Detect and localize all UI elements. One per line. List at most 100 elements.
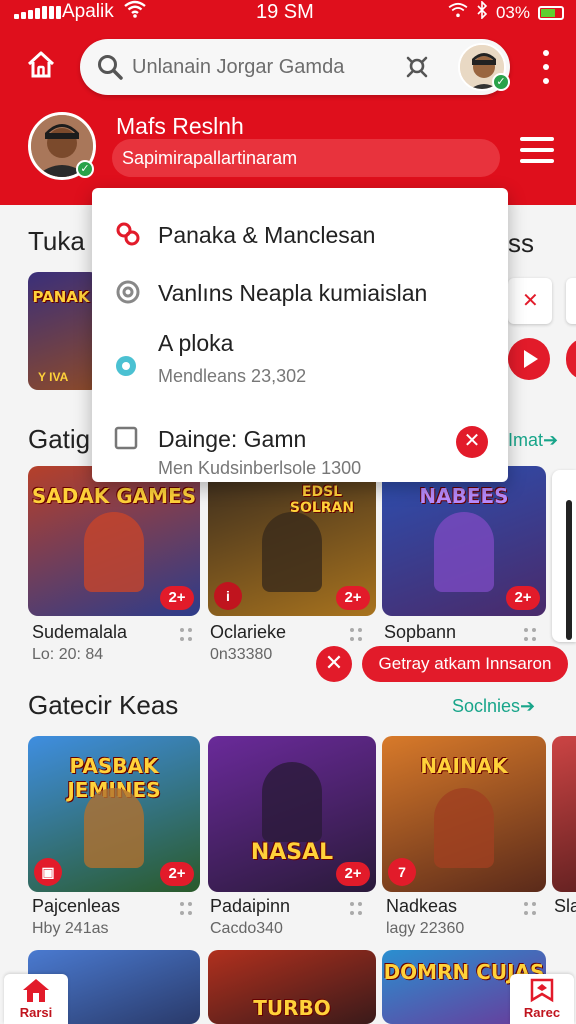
verified-icon: ✓ xyxy=(76,160,94,178)
nav-label: Rarec xyxy=(523,1005,561,1020)
search-bar[interactable]: ✓ xyxy=(80,39,510,95)
nav-home-button[interactable]: Rarsi xyxy=(4,974,68,1024)
close-card[interactable]: ✕ xyxy=(508,278,552,324)
status-bar: Apalik 19 SM 03% xyxy=(0,0,576,26)
age-badge: 2+ xyxy=(160,862,194,886)
character-art xyxy=(434,788,494,868)
profile-subtitle-pill[interactable]: Sapimirapallartinaram xyxy=(112,139,500,177)
game-title: Nadkeas xyxy=(386,896,458,916)
home-icon xyxy=(27,51,55,78)
game-tile[interactable]: NASAL 2+ xyxy=(208,736,376,892)
age-badge: 2+ xyxy=(336,862,370,886)
close-icon: ✕ xyxy=(522,290,539,312)
search-input[interactable] xyxy=(132,51,382,83)
app-header: Apalik 19 SM 03% ✓ xyxy=(0,0,576,205)
character-art xyxy=(434,512,494,592)
section-title: Tuka xyxy=(28,226,85,256)
section-title: Gatecir Keas xyxy=(28,690,179,720)
gift-icon xyxy=(530,978,554,1003)
age-badge: 7 xyxy=(388,858,416,886)
card-edge xyxy=(566,278,576,324)
character-art xyxy=(262,512,322,592)
tile-art-text: NABEES xyxy=(419,484,509,508)
play-icon xyxy=(524,350,538,368)
game-subtitle: lagy 22360 xyxy=(386,920,465,937)
toast-close-button[interactable]: ✕ xyxy=(316,646,352,682)
dropdown-item[interactable]: A ploka Mendleans 23,302 xyxy=(92,324,508,392)
home-button[interactable] xyxy=(20,44,62,86)
section-title-overflow: ss xyxy=(508,228,534,258)
game-title: Oclarieke xyxy=(210,622,287,642)
section-title: Gatig xyxy=(28,424,91,454)
play-button-edge xyxy=(566,338,576,380)
game-tile[interactable]: NABEES 2+ xyxy=(382,466,546,616)
dropdown-item-sublabel: Mendleans 23,302 xyxy=(158,366,307,386)
tile-art-text: NAINAK xyxy=(420,754,508,778)
see-more-link[interactable]: Soclnies➔ xyxy=(452,696,535,717)
save-icon: ▣ xyxy=(34,858,62,886)
tile-art-text: PANAK xyxy=(32,288,90,306)
home-icon xyxy=(23,979,49,1002)
see-more-link[interactable]: Imat➔ xyxy=(508,430,558,451)
dropdown-item-label: A ploka xyxy=(158,330,234,356)
scrollbar[interactable] xyxy=(566,500,572,640)
dropdown-menu: Panaka & Manclesan Vanlıns Neapla kumiai… xyxy=(92,188,508,482)
dropdown-item-label: Panaka & Manclesan xyxy=(158,222,376,248)
status-time: 19 SM xyxy=(256,1,314,23)
bottom-nav: Rarsi Rarec xyxy=(0,970,576,1024)
game-subtitle: Hby 241as xyxy=(32,920,109,937)
checkbox-icon[interactable] xyxy=(114,426,138,455)
character-art xyxy=(262,762,322,842)
more-options-icon[interactable] xyxy=(180,902,194,916)
more-options-icon[interactable] xyxy=(350,902,364,916)
age-badge: 2+ xyxy=(160,586,194,610)
tile-caption: Y IVA xyxy=(38,370,69,384)
game-tile-partial[interactable] xyxy=(552,736,576,892)
character-art xyxy=(84,788,144,868)
battery-icon xyxy=(538,5,564,20)
nav-label: Rarsi xyxy=(19,1005,53,1020)
battery-percent: 03% xyxy=(495,2,530,22)
profile-name: Mafs Reslnh xyxy=(116,113,244,139)
dropdown-item-label: Vanlıns Neapla kumiaislan xyxy=(158,280,428,306)
game-title: Pajcenleas xyxy=(32,896,121,916)
nav-rewards-button[interactable]: Rarec xyxy=(510,974,574,1024)
game-tile[interactable]: PANAK Y IVA xyxy=(28,272,100,390)
info-icon: i xyxy=(214,582,242,610)
dropdown-item-sublabel: Men Kudsinberlsole 1300 xyxy=(158,458,362,478)
carrier-name: Apalik xyxy=(62,1,114,22)
play-button[interactable] xyxy=(508,338,550,380)
more-options-icon[interactable] xyxy=(524,628,538,642)
tile-art-text: EDSL SOLRAN xyxy=(289,484,355,516)
more-options-icon[interactable] xyxy=(524,902,538,916)
game-tile[interactable]: NAINAK 7 xyxy=(382,736,546,892)
game-tile-partial[interactable] xyxy=(552,470,576,642)
verified-icon: ✓ xyxy=(492,73,510,91)
game-title: Sopbann xyxy=(384,622,457,642)
game-tile[interactable]: EDSL SOLRAN i 2+ xyxy=(208,466,376,616)
game-title: Sudemalala xyxy=(32,622,128,642)
more-menu-button[interactable] xyxy=(536,50,556,84)
hamburger-menu-button[interactable] xyxy=(520,137,554,163)
link-icon xyxy=(114,220,142,253)
toast-action-button[interactable]: Getray atkam Innsaron xyxy=(362,646,568,682)
wifi-icon xyxy=(448,2,468,23)
radio-icon xyxy=(114,354,138,383)
signal-icon xyxy=(14,5,61,19)
dropdown-item[interactable]: Dainge: Gamn Men Kudsinberlsole 1300 ✕ xyxy=(92,412,508,482)
game-subtitle: Cacdo340 xyxy=(210,920,283,937)
game-tile[interactable]: PASBAK JEMINES ▣ 2+ xyxy=(28,736,200,892)
lens-icon[interactable] xyxy=(402,52,432,82)
dropdown-item[interactable]: Vanlıns Neapla kumiaislan xyxy=(92,268,508,318)
game-tile[interactable]: SADAK GAMES 2+ xyxy=(28,466,200,616)
profile-subtitle: Sapimirapallartinaram xyxy=(122,148,298,168)
more-options-icon[interactable] xyxy=(180,628,194,642)
bluetooth-icon xyxy=(476,0,488,24)
dropdown-item[interactable]: Panaka & Manclesan xyxy=(92,208,508,258)
search-icon xyxy=(96,53,124,86)
more-options-icon[interactable] xyxy=(350,628,364,642)
refresh-icon xyxy=(114,278,142,311)
wifi-icon xyxy=(124,0,146,23)
game-title: Sla xyxy=(554,896,576,916)
remove-button[interactable]: ✕ xyxy=(456,426,488,458)
